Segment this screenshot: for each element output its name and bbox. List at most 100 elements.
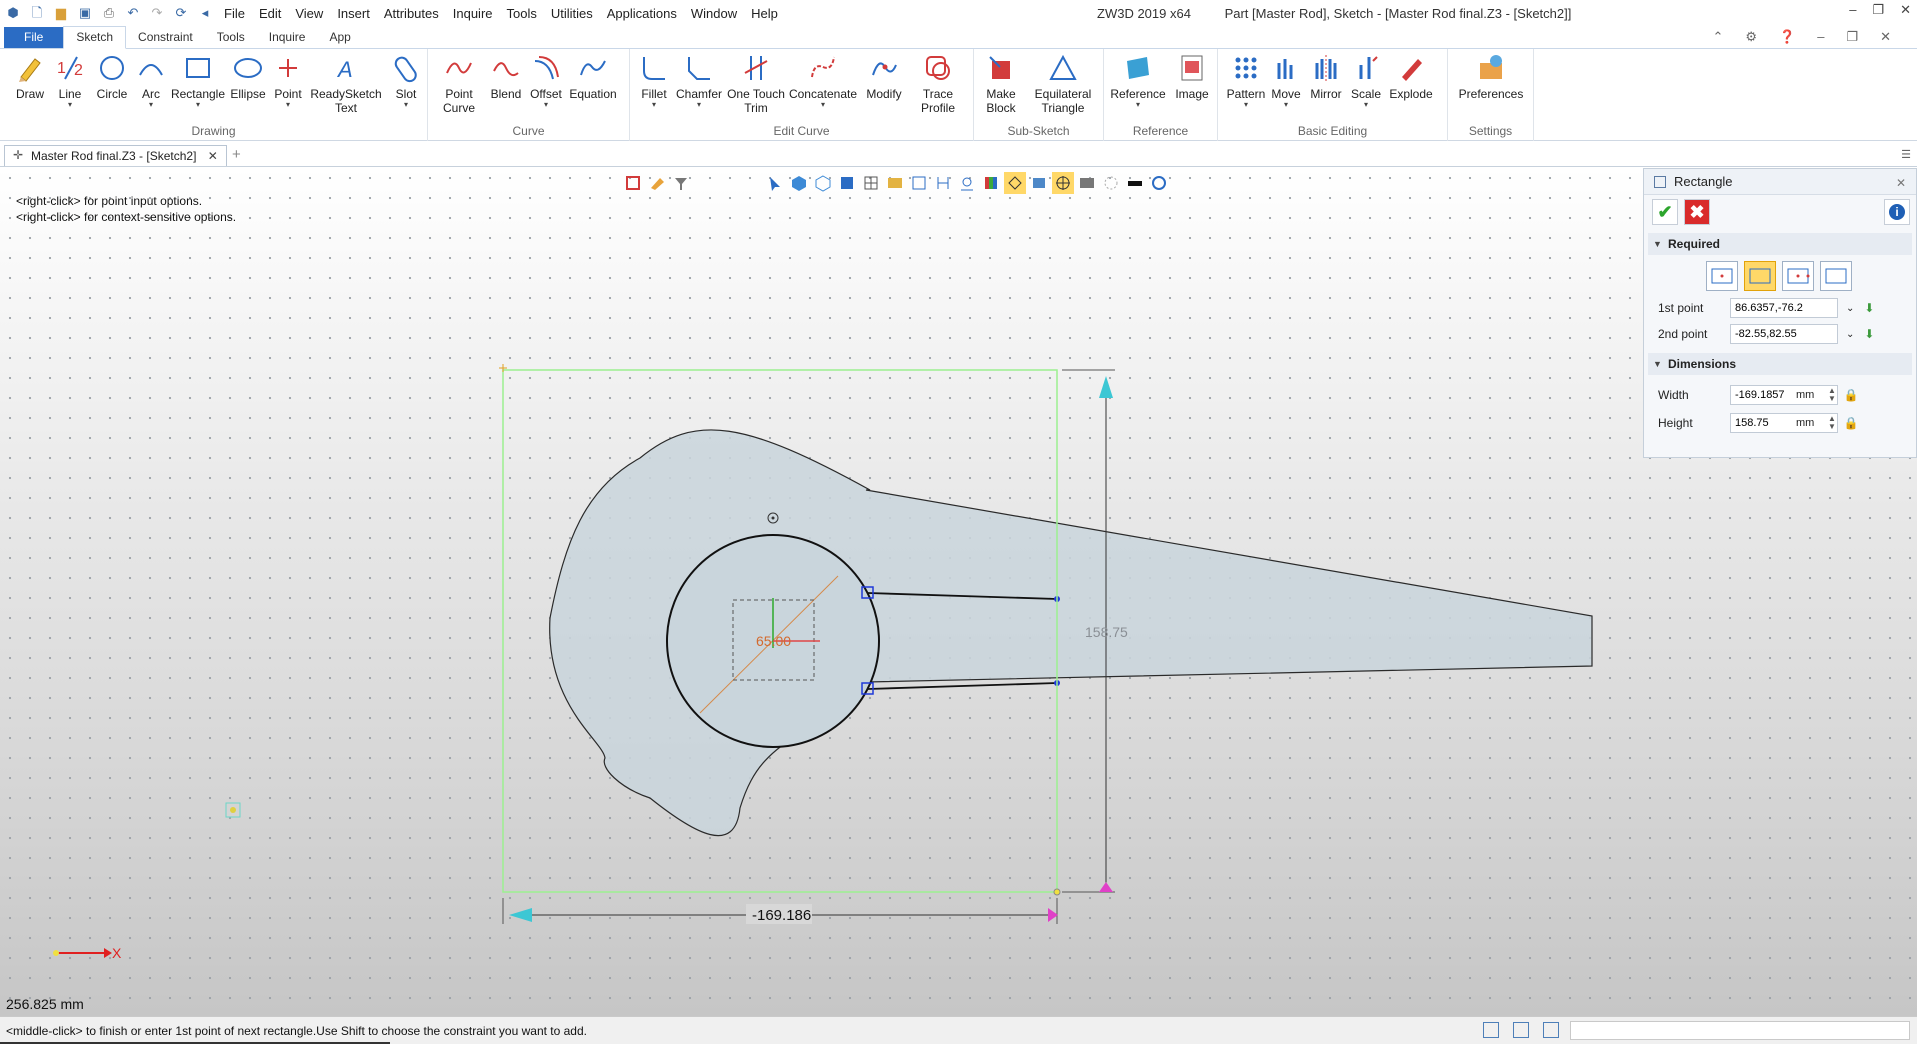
restore-doc-icon[interactable]: ❐	[1846, 29, 1858, 45]
width-lock-icon[interactable]: 🔒	[1844, 388, 1859, 402]
pattern-button[interactable]: Pattern ▾	[1226, 53, 1266, 109]
tab-inquire[interactable]: Inquire	[257, 27, 318, 48]
modify-button[interactable]: Modify	[862, 53, 906, 101]
options-icon[interactable]: ⟳	[172, 4, 190, 22]
tab-tools[interactable]: Tools	[205, 27, 257, 48]
save-icon[interactable]: ▣	[76, 4, 94, 22]
minimize-doc-icon[interactable]: –	[1817, 29, 1824, 45]
layout-icon[interactable]	[1483, 1022, 1499, 1038]
list-view-icon[interactable]	[1543, 1022, 1559, 1038]
app-logo-icon[interactable]: ⬢	[4, 4, 22, 22]
first-point-input[interactable]	[1730, 298, 1838, 318]
menu-window[interactable]: Window	[691, 6, 737, 21]
undo-icon[interactable]: ↶	[124, 4, 142, 22]
menu-tools[interactable]: Tools	[507, 6, 537, 21]
close-tab-icon[interactable]: ✕	[208, 149, 218, 163]
second-point-input[interactable]	[1730, 324, 1838, 344]
circle-dimension[interactable]: 65.00	[756, 633, 791, 649]
height-lock-icon[interactable]: 🔒	[1844, 416, 1859, 430]
add-tab-icon[interactable]: +	[232, 146, 241, 163]
chamfer-button[interactable]: Chamfer ▾	[674, 53, 724, 109]
concatenate-button[interactable]: Concatenate ▾	[788, 53, 858, 109]
equation-button[interactable]: Equation	[566, 53, 620, 101]
circle-button[interactable]: Circle	[92, 53, 132, 101]
trace-profile-button[interactable]: Trace Profile	[912, 53, 964, 115]
second-point-pick-icon[interactable]: ⬇	[1864, 327, 1874, 341]
menu-help[interactable]: Help	[751, 6, 778, 21]
height-dimension-text[interactable]: 158.75	[1085, 624, 1128, 640]
height-stepper[interactable]: ▲ ▼	[1828, 415, 1836, 431]
second-point-expand-icon[interactable]: ⌄	[1846, 329, 1854, 340]
image-button[interactable]: Image	[1172, 53, 1212, 101]
one-touch-trim-button[interactable]: One Touch Trim	[726, 53, 786, 115]
move-button[interactable]: Move ▾	[1268, 53, 1304, 109]
width-arrow-left[interactable]	[509, 908, 532, 922]
width-dimension-text[interactable]: -169.186	[752, 907, 811, 924]
menu-attributes[interactable]: Attributes	[384, 6, 439, 21]
document-tab[interactable]: ✛ Master Rod final.Z3 - [Sketch2] ✕	[4, 145, 227, 166]
open-folder-icon[interactable]: ▆	[52, 4, 70, 22]
tab-app[interactable]: App	[317, 27, 362, 48]
ok-button[interactable]: ✔	[1652, 199, 1678, 225]
rod-lower-line[interactable]	[867, 682, 1058, 690]
mirror-button[interactable]: Mirror	[1306, 53, 1346, 101]
menu-view[interactable]: View	[295, 6, 323, 21]
mode-parallelogram[interactable]	[1820, 261, 1852, 291]
restore-icon[interactable]: ❐	[1872, 2, 1884, 18]
height-arrow-bottom[interactable]	[1099, 882, 1113, 892]
reference-button[interactable]: Reference ▾	[1108, 53, 1168, 109]
mode-three-point-rectangle[interactable]	[1782, 261, 1814, 291]
settings-gear-icon[interactable]: ⚙	[1745, 29, 1757, 45]
preferences-button[interactable]: Preferences	[1452, 53, 1530, 101]
readysketch-text-button[interactable]: A ReadySketch Text	[308, 53, 384, 115]
explode-button[interactable]: Explode	[1386, 53, 1436, 101]
blend-button[interactable]: Blend	[488, 53, 524, 101]
close-doc-icon[interactable]: ✕	[1880, 29, 1891, 45]
equilateral-triangle-button[interactable]: Equilateral Triangle	[1030, 53, 1096, 115]
minimize-icon[interactable]: –	[1849, 2, 1856, 18]
collapse-ribbon-icon[interactable]: ⌃	[1712, 29, 1723, 45]
info-button[interactable]: i	[1884, 199, 1910, 225]
rectangle-button[interactable]: Rectangle ▾	[168, 53, 228, 109]
menu-applications[interactable]: Applications	[607, 6, 677, 21]
point-button[interactable]: Point ▾	[270, 53, 306, 109]
status-input-field[interactable]	[1570, 1021, 1910, 1040]
scale-button[interactable]: Scale ▾	[1348, 53, 1384, 109]
first-point-expand-icon[interactable]: ⌄	[1846, 303, 1854, 314]
make-block-button[interactable]: Make Block	[980, 53, 1022, 115]
section-dimensions[interactable]: Dimensions	[1648, 353, 1912, 375]
line-button[interactable]: 12 Line ▾	[52, 53, 88, 109]
tab-file[interactable]: File	[4, 27, 64, 48]
width-stepper[interactable]: ▲ ▼	[1828, 387, 1836, 403]
draw-button[interactable]: Draw	[10, 53, 50, 101]
tab-sketch[interactable]: Sketch	[63, 26, 127, 49]
offset-button[interactable]: Offset ▾	[526, 53, 566, 109]
section-required[interactable]: Required	[1648, 233, 1912, 255]
menu-utilities[interactable]: Utilities	[551, 6, 593, 21]
new-file-icon[interactable]: 🗋	[28, 4, 46, 22]
menu-insert[interactable]: Insert	[337, 6, 370, 21]
tab-constraint[interactable]: Constraint	[126, 27, 205, 48]
arc-button[interactable]: Arc ▾	[134, 53, 168, 109]
print-icon[interactable]: ⎙	[100, 4, 118, 22]
first-point-pick-icon[interactable]: ⬇	[1864, 301, 1874, 315]
tab-overflow-icon[interactable]: ☰	[1901, 148, 1911, 161]
back-arrow-icon[interactable]: ◂	[196, 4, 214, 22]
height-arrow-top[interactable]	[1099, 376, 1113, 398]
ellipse-button[interactable]: Ellipse	[228, 53, 268, 101]
redo-icon[interactable]: ↷	[148, 4, 166, 22]
fillet-button[interactable]: Fillet ▾	[634, 53, 674, 109]
cancel-button[interactable]: ✖	[1684, 199, 1710, 225]
slot-button[interactable]: Slot ▾	[386, 53, 426, 109]
monitor-icon[interactable]	[1513, 1022, 1529, 1038]
mode-center-rectangle[interactable]	[1706, 261, 1738, 291]
mode-two-corner-rectangle[interactable]	[1744, 261, 1776, 291]
close-window-icon[interactable]: ✕	[1900, 2, 1911, 18]
menu-inquire[interactable]: Inquire	[453, 6, 493, 21]
point-curve-button[interactable]: Point Curve	[438, 53, 480, 115]
sketch-geometry[interactable]: 65.00 158.75 -169.186 X	[0, 168, 1917, 1016]
menu-file[interactable]: File	[224, 6, 245, 21]
help-icon[interactable]: ❓	[1779, 29, 1795, 45]
panel-close-icon[interactable]: ✕	[1896, 176, 1906, 190]
menu-edit[interactable]: Edit	[259, 6, 281, 21]
